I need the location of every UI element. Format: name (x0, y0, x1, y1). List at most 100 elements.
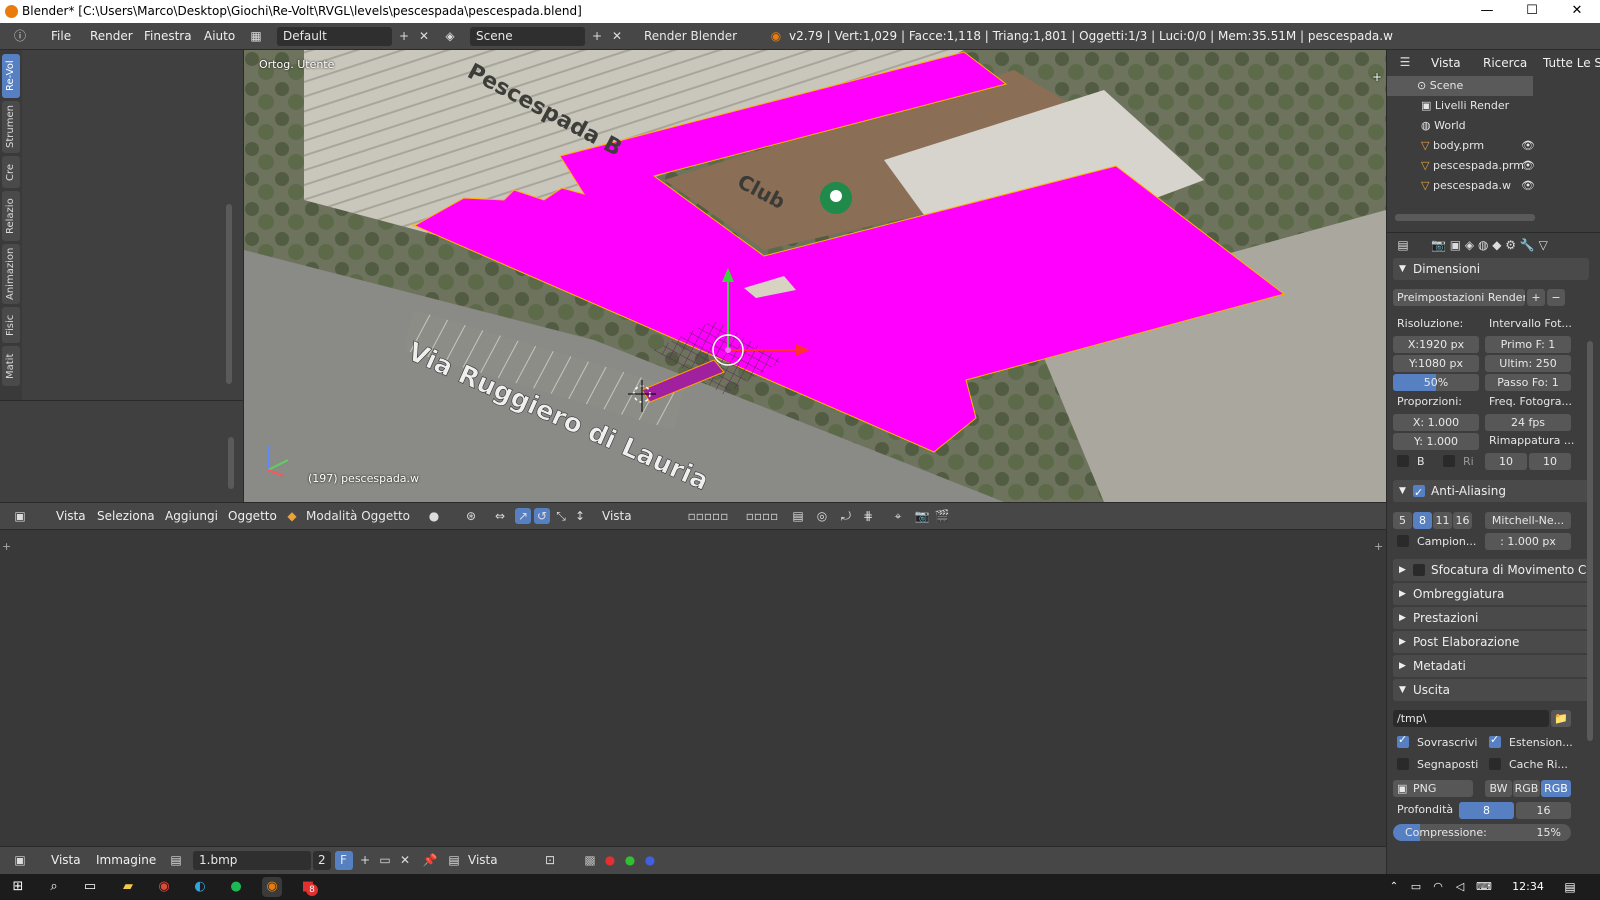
rotate-icon[interactable]: ↺ (534, 508, 550, 524)
shading-icon[interactable]: ● (426, 508, 442, 524)
tab-relations[interactable]: Relazio (2, 191, 20, 241)
section-motion-blur[interactable]: ▶ Sfocatura di Movimento Ca (1393, 559, 1589, 581)
section-antialiasing[interactable]: ▼ Anti-Aliasing (1393, 480, 1589, 502)
search-icon[interactable]: ⌕ (44, 877, 64, 897)
menu-view[interactable]: Vista (50, 508, 92, 526)
keyboard-icon[interactable]: ⌨ (1474, 877, 1494, 897)
blender-taskbar-icon[interactable]: ◉ (262, 877, 282, 897)
overwrite-checkbox[interactable] (1397, 733, 1409, 748)
layers-icon[interactable]: ▫▫▫▫▫ (678, 508, 738, 524)
view3d-editor-icon[interactable]: ▣ (12, 508, 28, 524)
layers2-icon[interactable]: ▫▫▫▫ (742, 508, 782, 524)
orientation-select[interactable]: Vista (596, 507, 666, 526)
aa-samples-11[interactable]: 11 (1433, 512, 1452, 529)
aa-samples-16[interactable]: 16 (1453, 512, 1472, 529)
section-output[interactable]: ▼ Uscita (1393, 679, 1589, 701)
menu-help[interactable]: Aiuto (198, 28, 241, 46)
motion-blur-checkbox[interactable] (1413, 564, 1425, 576)
remove-layout-icon[interactable]: ✕ (416, 28, 432, 44)
frame-rate-select[interactable]: 24 fps (1485, 414, 1571, 431)
menu-window[interactable]: Finestra (138, 28, 198, 46)
section-metadata[interactable]: ▶ Metadati (1393, 655, 1589, 677)
remap-old-field[interactable]: 10 (1485, 453, 1527, 470)
outliner-item-scene[interactable]: ⊙ Scene (1387, 76, 1533, 96)
toolshelf-scrollbar[interactable] (226, 204, 232, 384)
pin-icon[interactable]: 📌 (422, 852, 438, 868)
edge-icon[interactable]: ◐ (190, 877, 210, 897)
filter-size-field[interactable]: : 1.000 px (1485, 533, 1571, 550)
color-rgb-button[interactable]: RGB (1513, 780, 1540, 797)
properties-context-icons[interactable]: 📷 ▣ ◈ ◍ ◆ ⚙ 🔧 ▽ (1431, 237, 1571, 253)
menu-file[interactable]: File (45, 28, 77, 46)
tab-tools[interactable]: Strumen (2, 101, 20, 153)
wifi-icon[interactable]: ◠ (1428, 877, 1448, 897)
file-extensions-checkbox[interactable] (1489, 733, 1501, 748)
visibility-eye-icon[interactable]: 👁 (1521, 176, 1535, 196)
outliner-item-body-prm[interactable]: ▽ body.prm 👁 (1387, 136, 1600, 156)
render-engine-select[interactable]: Render Blender (638, 27, 754, 46)
visibility-eye-icon[interactable]: 👁 (1521, 136, 1535, 156)
spotify-icon[interactable]: ● (226, 877, 246, 897)
resolution-x-field[interactable]: X:1920 px (1393, 336, 1479, 353)
tab-animation[interactable]: Animazion (2, 244, 20, 304)
add-scene-icon[interactable]: + (589, 28, 605, 44)
unlink-image-icon[interactable]: ✕ (397, 852, 413, 868)
render-opengl-icon[interactable]: 📷 (914, 508, 930, 524)
new-image-icon[interactable]: + (357, 852, 373, 868)
snap-icon[interactable]: ⤾ (838, 508, 854, 524)
channel-alpha-icon[interactable]: ▩ (582, 852, 598, 868)
info-editor-icon[interactable]: ⓘ (12, 28, 28, 44)
channel-red-icon[interactable]: ● (602, 852, 618, 868)
operator-scrollbar[interactable] (228, 437, 234, 489)
windows-start-icon[interactable]: ⊞ (8, 877, 28, 897)
layout-icon[interactable]: ▦ (248, 28, 264, 44)
render-anim-icon[interactable]: 🎬 (934, 508, 950, 524)
color-rgba-button[interactable]: RGB (1541, 780, 1571, 797)
remove-scene-icon[interactable]: ✕ (609, 28, 625, 44)
image-editor-expand-left-icon[interactable]: + (2, 540, 11, 553)
manipulator-toggle-icon[interactable]: ⇔ (492, 508, 508, 524)
outliner-item-pescespada-w[interactable]: ▽ pescespada.w 👁 (1387, 176, 1600, 196)
pivot-image-icon[interactable]: ⊡ (542, 852, 558, 868)
cache-result-checkbox[interactable] (1489, 758, 1501, 770)
aspect-x-field[interactable]: X: 1.000 (1393, 414, 1479, 431)
render-preset-select[interactable]: Preimpostazioni Render (1393, 289, 1525, 306)
section-post-processing[interactable]: ▶ Post Elaborazione (1393, 631, 1589, 653)
resolution-y-field[interactable]: Y:1080 px (1393, 355, 1479, 372)
tab-physics[interactable]: Fisic (2, 307, 20, 343)
view-mode-icon[interactable]: ▤ (446, 852, 462, 868)
aa-filter-select[interactable]: Mitchell-Ne... (1485, 512, 1571, 529)
color-bw-button[interactable]: BW (1485, 780, 1512, 797)
outliner-display-select[interactable]: Tutte Le Sc (1537, 55, 1600, 73)
channel-green-icon[interactable]: ● (622, 852, 638, 868)
image-editor-icon[interactable]: ▣ (12, 852, 28, 868)
outliner-menu-view[interactable]: Vista (1425, 55, 1467, 73)
section-shading[interactable]: ▶ Ombreggiatura (1393, 583, 1589, 605)
image-users-count[interactable]: 2 (313, 851, 331, 870)
outliner-item-world[interactable]: ◍ World (1387, 116, 1600, 136)
battery-icon[interactable]: ▭ (1406, 877, 1426, 897)
frame-step-field[interactable]: Passo Fo: 1 (1485, 374, 1571, 391)
add-preset-button[interactable]: + (1527, 289, 1545, 306)
visibility-eye-icon[interactable]: 👁 (1521, 156, 1535, 176)
snap-target-icon[interactable]: ⌖ (890, 508, 906, 524)
close-button[interactable]: ✕ (1554, 0, 1600, 23)
frame-end-field[interactable]: Ultim: 250 (1485, 355, 1571, 372)
clock[interactable]: 12:34 (1506, 877, 1550, 897)
layout-select[interactable]: Default (277, 27, 392, 46)
remove-preset-button[interactable]: − (1547, 289, 1565, 306)
menu-object[interactable]: Oggetto (222, 508, 283, 526)
output-path-field[interactable]: /tmp\ (1393, 710, 1549, 727)
depth-8-button[interactable]: 8 (1459, 802, 1514, 819)
image-view-select[interactable]: Vista (462, 851, 532, 870)
transform-icon[interactable]: ↕ (572, 508, 588, 524)
tab-create[interactable]: Cre (2, 156, 20, 188)
translate-icon[interactable]: ↗ (515, 508, 531, 524)
add-layout-icon[interactable]: + (396, 28, 412, 44)
aa-samples-8[interactable]: 8 (1413, 512, 1432, 529)
mode-select[interactable]: Modalità Oggetto (300, 507, 418, 526)
section-dimensions[interactable]: ▼ Dimensioni (1393, 258, 1589, 280)
tab-revolt[interactable]: Re-Vol (2, 54, 20, 98)
file-format-select[interactable]: ▣ PNG (1393, 780, 1473, 797)
outliner-menu-search[interactable]: Ricerca (1477, 55, 1533, 73)
